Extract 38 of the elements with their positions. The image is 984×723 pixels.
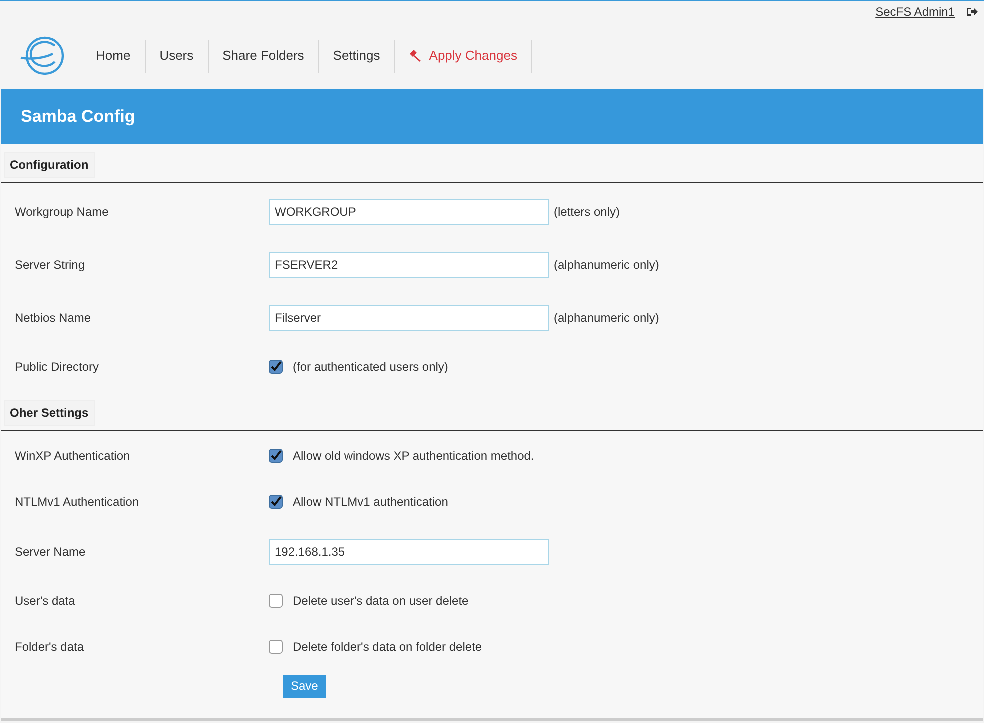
- section-title: Configuration: [4, 152, 95, 178]
- field-label: Netbios Name: [14, 310, 92, 326]
- field-label: Public Directory: [14, 359, 100, 376]
- nav-link[interactable]: Apply Changes: [395, 40, 532, 72]
- nav-link[interactable]: Users: [146, 40, 209, 72]
- field-label: Server Name: [14, 544, 87, 560]
- hint-text: Delete folder's data on folder delete: [293, 639, 482, 656]
- nav-link[interactable]: Share Folders: [208, 40, 320, 72]
- field-label: User's data: [14, 593, 76, 610]
- text-field[interactable]: Filserver: [269, 304, 549, 330]
- text-field[interactable]: 192.168.1.35: [269, 538, 549, 564]
- logout-icon[interactable]: [967, 7, 978, 17]
- field-label: Server String: [14, 256, 86, 274]
- hint-text: Delete user's data on user delete: [293, 593, 469, 610]
- text-field[interactable]: FSERVER2: [269, 252, 549, 278]
- logo-icon: [19, 36, 65, 76]
- page-title: Samba Config: [21, 106, 136, 128]
- checkbox[interactable]: [269, 594, 283, 608]
- checkbox[interactable]: [269, 449, 283, 463]
- gavel-icon: [409, 50, 422, 62]
- user-link[interactable]: SecFS Admin1: [876, 3, 955, 21]
- text-field[interactable]: WORKGROUP: [269, 198, 549, 224]
- field-label: WinXP Authentication: [14, 448, 132, 465]
- hint-text: (letters only): [554, 204, 620, 220]
- field-label: Workgroup Name: [14, 204, 110, 220]
- checkbox[interactable]: [269, 495, 283, 509]
- hint-text: (alphanumeric only): [554, 256, 660, 274]
- field-label: NTLMv1 Authentication: [14, 494, 140, 511]
- checkbox[interactable]: [269, 360, 283, 374]
- nav-link[interactable]: Settings: [319, 40, 396, 72]
- section-title: Oher Settings: [4, 400, 95, 426]
- hint-text: (alphanumeric only): [554, 310, 660, 326]
- hint-text: Allow old windows XP authentication method.: [293, 448, 534, 465]
- field-label: Folder's data: [14, 639, 85, 656]
- hint-text: (for authenticated users only): [293, 359, 448, 376]
- hint-text: Allow NTLMv1 authentication: [293, 494, 448, 511]
- checkbox[interactable]: [269, 640, 283, 654]
- nav-link[interactable]: Home: [82, 40, 146, 72]
